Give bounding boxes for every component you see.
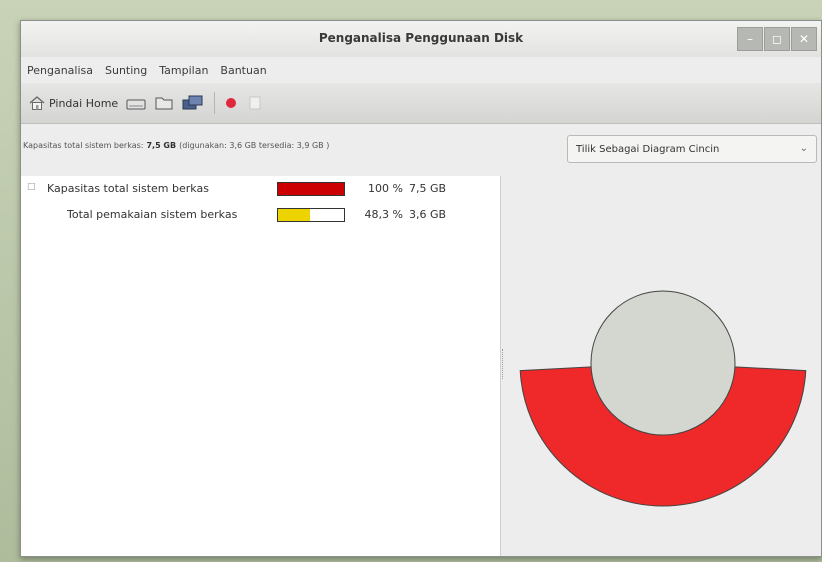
usage-bar-fill <box>278 209 310 221</box>
tree-row-total-usage[interactable]: Total pemakaian sistem berkas 48,3 % 3,6… <box>21 204 500 226</box>
drive-icon <box>126 99 146 110</box>
scan-home-button[interactable]: Pindai Home <box>29 89 118 117</box>
scan-filesystem-button[interactable] <box>126 89 146 117</box>
menu-help[interactable]: Bantuan <box>214 64 272 77</box>
chart-view-value: Tilik Sebagai Diagram Cincin <box>576 143 720 155</box>
scan-remote-button[interactable] <box>182 89 204 117</box>
row-label: Kapasitas total sistem berkas <box>47 182 209 195</box>
chevron-down-icon: ⌄ <box>799 143 808 154</box>
row-size: 3,6 GB <box>409 208 447 221</box>
row-percent: 100 % <box>368 182 403 195</box>
usage-bar <box>277 208 345 222</box>
toolbar-separator <box>214 92 216 114</box>
chart-view-select[interactable]: Tilik Sebagai Diagram Cincin ⌄ <box>567 135 817 163</box>
ring-center-circle[interactable] <box>590 290 736 436</box>
tree-row-total-capacity[interactable]: □ Kapasitas total sistem berkas 100 % 7,… <box>21 178 500 200</box>
folder-icon <box>155 97 173 110</box>
stop-button[interactable] <box>223 89 239 117</box>
filesystem-summary: Kapasitas total sistem berkas: 7,5 GB (d… <box>21 124 563 166</box>
toolbar: Pindai Home <box>21 83 821 124</box>
menu-analyzer[interactable]: Penganalisa <box>21 64 99 77</box>
window-title: Penganalisa Penggunaan Disk <box>318 31 524 45</box>
summary-usage: (digunakan: 3,6 GB tersedia: 3,9 GB ) <box>179 140 330 150</box>
ring-chart[interactable] <box>505 176 821 556</box>
usage-bar-fill <box>278 183 344 195</box>
stop-icon <box>226 98 237 108</box>
usage-bar <box>277 182 345 196</box>
close-button[interactable]: ✕ <box>791 27 817 51</box>
summary-prefix: Kapasitas total sistem berkas: <box>23 140 144 150</box>
disk-usage-analyzer-window: Penganalisa Penggunaan Disk – ◻ ✕ Pengan… <box>20 20 822 557</box>
maximize-button[interactable]: ◻ <box>764 27 790 51</box>
row-label: Total pemakaian sistem berkas <box>67 208 238 221</box>
minimize-button[interactable]: – <box>737 27 763 51</box>
scan-folder-button[interactable] <box>154 89 174 117</box>
menu-view[interactable]: Tampilan <box>153 64 214 77</box>
row-size: 7,5 GB <box>409 182 447 195</box>
refresh-icon <box>249 96 261 110</box>
menu-edit[interactable]: Sunting <box>99 64 153 77</box>
scan-home-label: Pindai Home <box>49 96 119 110</box>
menu-bar: Penganalisa Sunting Tampilan Bantuan <box>21 57 821 83</box>
network-icon <box>182 95 203 110</box>
ring-chart-pane <box>505 176 821 556</box>
home-icon <box>29 96 45 110</box>
refresh-button[interactable] <box>247 89 263 117</box>
summary-total: 7,5 GB <box>146 140 177 150</box>
title-bar[interactable]: Penganalisa Penggunaan Disk – ◻ ✕ <box>21 21 821 57</box>
row-percent: 48,3 % <box>364 208 403 221</box>
window-controls: – ◻ ✕ <box>736 27 817 51</box>
usage-tree[interactable]: □ Kapasitas total sistem berkas 100 % 7,… <box>21 176 501 556</box>
expander-icon[interactable]: □ <box>27 182 36 192</box>
